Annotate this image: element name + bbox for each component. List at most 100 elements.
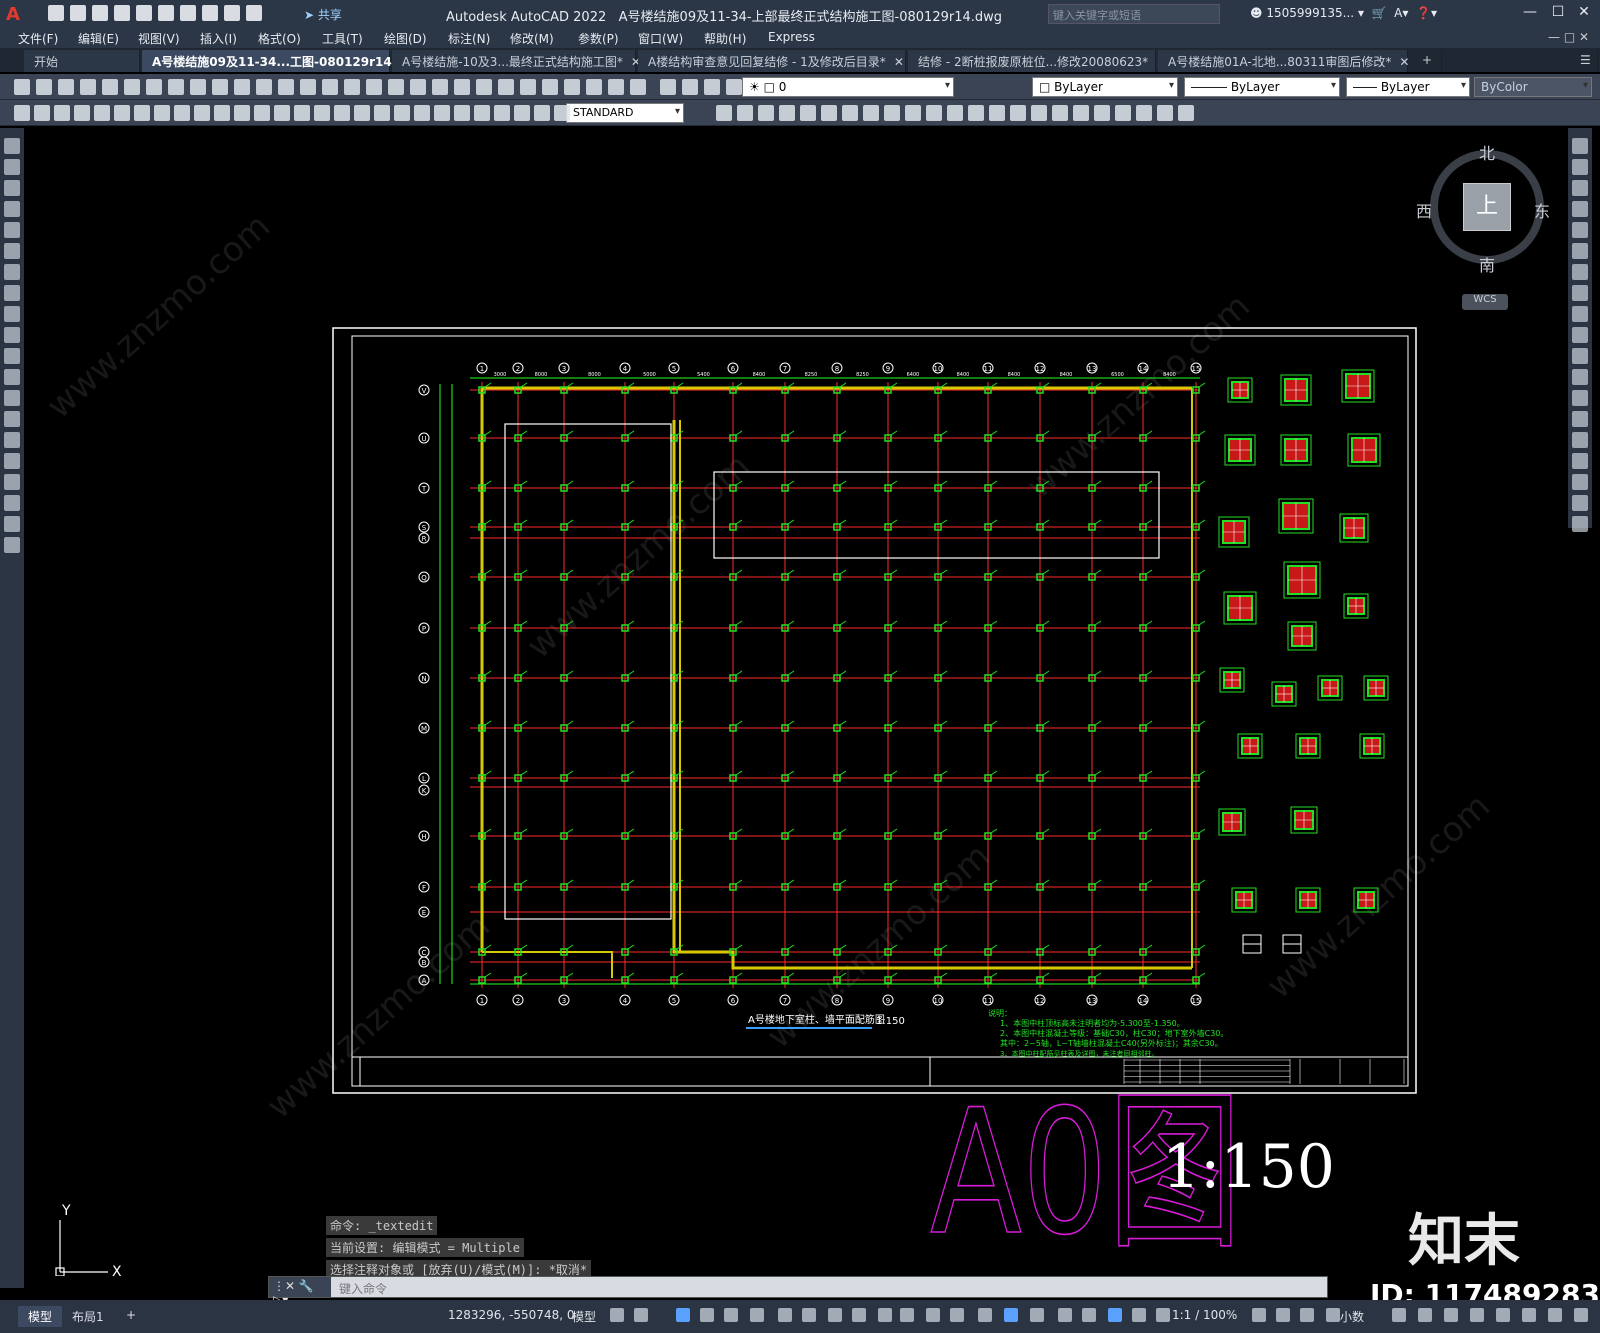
dimension-tool-icon[interactable] [1178,105,1194,121]
draw-tool-icon[interactable] [4,348,20,364]
new-file-icon[interactable] [48,5,64,21]
status-toggle-icon[interactable] [1004,1308,1018,1322]
menu-express[interactable]: Express [768,30,815,44]
status-toggle-icon[interactable] [1574,1308,1588,1322]
plot-icon[interactable] [180,5,196,21]
export-icon[interactable] [136,5,152,21]
draw-tool-icon[interactable] [4,390,20,406]
toolbar-tool-icon[interactable] [322,79,338,95]
status-toggle-icon[interactable] [852,1308,866,1322]
dimension-tool-icon[interactable] [968,105,984,121]
units-setting[interactable]: 小数 [1340,1308,1364,1325]
toolbar-tool-icon[interactable] [300,79,316,95]
toolbar-tool-icon[interactable] [366,79,382,95]
color-dropdown[interactable]: □ ByLayer ▾ [1032,77,1178,97]
modify-tool-icon[interactable] [1572,159,1588,175]
status-toggle-icon[interactable] [1132,1308,1146,1322]
dimension-tool-icon[interactable] [1094,105,1110,121]
draw-tool-icon[interactable] [4,180,20,196]
drawing-canvas[interactable]: www.znzmo.com www.znzmo.com www.znzmo.co… [24,128,1568,1276]
tab-start[interactable]: 开始 [24,50,140,72]
add-layout-button[interactable]: + [116,1306,146,1324]
viewcube-top-face[interactable]: 上 [1463,183,1511,231]
draw-tool-icon[interactable] [4,285,20,301]
dimension-tool-icon[interactable] [14,105,30,121]
share-button[interactable]: ➤ 共享 [304,6,342,23]
dimension-tool-icon[interactable] [394,105,410,121]
layer-dropdown[interactable]: ☀ □ 0 ▾ [742,77,954,97]
dimension-tool-icon[interactable] [947,105,963,121]
status-toggle-icon[interactable] [1392,1308,1406,1322]
status-toggle-icon[interactable] [1058,1308,1072,1322]
toolbar-tool-icon[interactable] [278,79,294,95]
dimension-tool-icon[interactable] [454,105,470,121]
tab-document[interactable]: 结修 - 2断桩报废原桩位...修改20080623*✕ [908,50,1166,72]
draw-tool-icon[interactable] [4,453,20,469]
dimension-tool-icon[interactable] [114,105,130,121]
modify-tool-icon[interactable] [1572,474,1588,490]
modify-tool-icon[interactable] [1572,243,1588,259]
dimension-tool-icon[interactable] [716,105,732,121]
dimension-tool-icon[interactable] [134,105,150,121]
toolbar-tool-icon[interactable] [608,79,624,95]
status-toggle-icon[interactable] [1030,1308,1044,1322]
annotation-scale[interactable]: 1:1 / 100% [1172,1308,1237,1322]
toolbar-tool-icon[interactable] [146,79,162,95]
modify-tool-icon[interactable] [1572,222,1588,238]
dimension-tool-icon[interactable] [1010,105,1026,121]
draw-tool-icon[interactable] [4,516,20,532]
layer-tool-icon[interactable] [682,79,698,95]
menu-format[interactable]: 格式(O) [258,30,301,47]
status-toggle-icon[interactable] [828,1308,842,1322]
dimension-tool-icon[interactable] [989,105,1005,121]
toolbar-tool-icon[interactable] [476,79,492,95]
status-toggle-icon[interactable] [676,1308,690,1322]
menu-modify[interactable]: 修改(M) [510,30,554,47]
modify-tool-icon[interactable] [1572,516,1588,532]
modify-tool-icon[interactable] [1572,411,1588,427]
toolbar-tool-icon[interactable] [454,79,470,95]
layer-tool-icon[interactable] [704,79,720,95]
status-toggle-icon[interactable] [1522,1308,1536,1322]
dimension-tool-icon[interactable] [758,105,774,121]
menu-edit[interactable]: 编辑(E) [78,30,119,47]
command-input[interactable]: 键入命令 [339,1280,387,1297]
draw-tool-icon[interactable] [4,138,20,154]
dimension-tool-icon[interactable] [1136,105,1152,121]
status-toggle-icon[interactable] [878,1308,892,1322]
redo-icon[interactable] [224,5,240,21]
menu-window[interactable]: 窗口(W) [638,30,683,47]
dimension-tool-icon[interactable] [434,105,450,121]
toolbar-tool-icon[interactable] [388,79,404,95]
wcs-menu[interactable]: WCS [1462,294,1508,310]
draw-tool-icon[interactable] [4,495,20,511]
model-space-toggle[interactable]: 模型 [572,1308,596,1325]
draw-tool-icon[interactable] [4,537,20,553]
toolbar-tool-icon[interactable] [168,79,184,95]
undo-icon[interactable] [202,5,218,21]
draw-tool-icon[interactable] [4,243,20,259]
save-icon[interactable] [92,5,108,21]
dimension-tool-icon[interactable] [294,105,310,121]
command-line-controls[interactable]: ⋮✕ 🔧 ▷▾ [269,1277,331,1307]
status-toggle-icon[interactable] [1470,1308,1484,1322]
dimension-tool-icon[interactable] [884,105,900,121]
draw-tool-icon[interactable] [4,306,20,322]
status-toggle-icon[interactable] [724,1308,738,1322]
user-account[interactable]: ☻ 1505999135... ▾ 🛒 A▾ ❓▾ [1250,6,1437,20]
draw-tool-icon[interactable] [4,159,20,175]
text-style-dropdown[interactable]: STANDARD ▾ [566,103,684,123]
toolbar-tool-icon[interactable] [256,79,272,95]
dimension-tool-icon[interactable] [354,105,370,121]
toolbar-tool-icon[interactable] [542,79,558,95]
dimension-tool-icon[interactable] [414,105,430,121]
draw-tool-icon[interactable] [4,369,20,385]
toolbar-tool-icon[interactable] [58,79,74,95]
compass-north[interactable]: 北 [1479,140,1495,164]
dimension-tool-icon[interactable] [374,105,390,121]
dimension-tool-icon[interactable] [234,105,250,121]
status-toggle-icon[interactable] [1444,1308,1458,1322]
dimension-tool-icon[interactable] [94,105,110,121]
dimension-tool-icon[interactable] [474,105,490,121]
autocad-logo-icon[interactable]: A [6,4,24,25]
